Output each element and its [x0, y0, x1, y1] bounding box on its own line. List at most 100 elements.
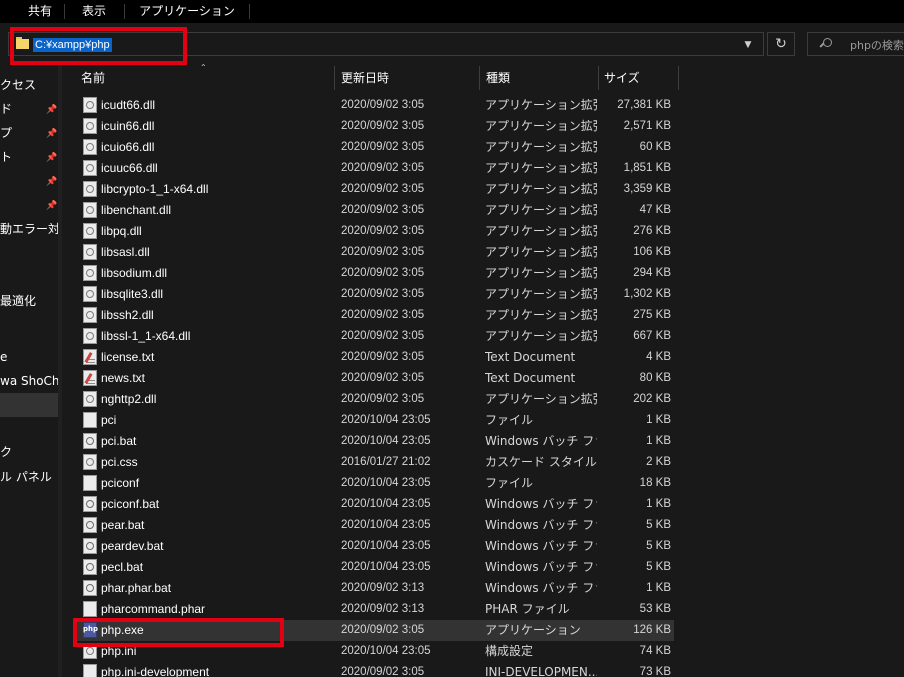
dll-file-icon: [83, 307, 97, 323]
nav-item[interactable]: ク: [0, 442, 12, 462]
file-row[interactable]: license.txt 2020/09/02 3:05 Text Document 4…: [76, 347, 674, 368]
file-row[interactable]: pci 2020/10/04 23:05 ファイル 1 KB: [76, 410, 674, 431]
column-divider[interactable]: [479, 66, 480, 90]
nav-item[interactable]: 最適化: [0, 291, 36, 311]
column-header-size[interactable]: サイズ: [604, 66, 640, 90]
file-row[interactable]: libsodium.dll 2020/09/02 3:05 アプリケーション拡張 29…: [76, 263, 674, 284]
dll-file-icon: [83, 139, 97, 155]
file-row[interactable]: pci.bat 2020/10/04 23:05 Windows バッチ ファ...…: [76, 431, 674, 452]
nav-item[interactable]: ル パネル: [0, 467, 52, 487]
file-type: アプリケーション拡張: [485, 203, 597, 217]
file-date: 2020/09/02 3:05: [341, 351, 425, 363]
file-row[interactable]: pear.bat 2020/10/04 23:05 Windows バッチ ファ..…: [76, 515, 674, 536]
file-file-icon: [83, 475, 97, 491]
file-file-icon: [83, 412, 97, 428]
file-type: Windows バッチ ファ...: [485, 539, 597, 553]
file-row[interactable]: pharcommand.phar 2020/09/02 3:13 PHAR ファイル…: [76, 599, 674, 620]
file-type: Windows バッチ ファ...: [485, 581, 597, 595]
file-size: 1,302 KB: [623, 288, 671, 300]
pin-icon: 📌: [46, 129, 58, 139]
file-size: 106 KB: [633, 246, 671, 258]
file-type: Text Document: [485, 371, 576, 385]
file-row[interactable]: nghttp2.dll 2020/09/02 3:05 アプリケーション拡張 202 …: [76, 389, 674, 410]
file-date: 2020/10/04 23:05: [341, 561, 431, 573]
nav-item[interactable]: クセス: [0, 75, 36, 95]
tab-share[interactable]: 共有: [20, 0, 60, 23]
nav-item[interactable]: 動エラー対処: [0, 219, 62, 239]
column-divider[interactable]: [678, 66, 679, 90]
dll-file-icon: [83, 97, 97, 113]
file-date: 2020/09/02 3:05: [341, 204, 425, 216]
file-size: 667 KB: [633, 330, 671, 342]
file-row[interactable]: libssh2.dll 2020/09/02 3:05 アプリケーション拡張 275 …: [76, 305, 674, 326]
file-date: 2020/10/04 23:05: [341, 435, 431, 447]
file-row[interactable]: phar.phar.bat 2020/09/02 3:13 Windows バッチ …: [76, 578, 674, 599]
file-row[interactable]: icuin66.dll 2020/09/02 3:05 アプリケーション拡張 2,57…: [76, 116, 674, 137]
file-date: 2020/09/02 3:05: [341, 120, 425, 132]
refresh-button[interactable]: ↻: [767, 32, 795, 56]
sort-ascending-icon: ⌃: [200, 63, 207, 72]
file-row[interactable]: icudt66.dll 2020/09/02 3:05 アプリケーション拡張 27,3…: [76, 95, 674, 116]
file-type: アプリケーション拡張: [485, 266, 597, 280]
file-row[interactable]: libsqlite3.dll 2020/09/02 3:05 アプリケーション拡張 1…: [76, 284, 674, 305]
file-row[interactable]: pciconf.bat 2020/10/04 23:05 Windows バッチ フ…: [76, 494, 674, 515]
bat-file-icon: [83, 580, 97, 596]
nav-item[interactable]: wa ShoChan: [0, 371, 62, 391]
file-row[interactable]: news.txt 2020/09/02 3:05 Text Document 80 K…: [76, 368, 674, 389]
file-type: 構成設定: [485, 644, 534, 658]
file-date: 2020/09/02 3:05: [341, 141, 425, 153]
file-size: 2 KB: [646, 456, 671, 468]
file-name: libssh2.dll: [101, 308, 154, 322]
nav-item[interactable]: ド: [0, 99, 12, 119]
file-row[interactable]: pciconf 2020/10/04 23:05 ファイル 18 KB: [76, 473, 674, 494]
column-header-type[interactable]: 種類: [486, 66, 510, 90]
column-divider[interactable]: [598, 66, 599, 90]
file-size: 5 KB: [646, 540, 671, 552]
column-header-date[interactable]: 更新日時: [341, 66, 389, 90]
file-size: 126 KB: [633, 624, 671, 636]
file-size: 1 KB: [646, 582, 671, 594]
file-type: アプリケーション拡張: [485, 224, 597, 238]
file-date: 2020/10/04 23:05: [341, 540, 431, 552]
file-size: 27,381 KB: [617, 99, 671, 111]
pin-icon: 📌: [46, 201, 58, 211]
search-icon: [819, 38, 832, 50]
file-row[interactable]: php.ini-development 2020/09/02 3:05 INI-DE…: [76, 662, 674, 677]
column-header-name[interactable]: 名前: [81, 66, 105, 90]
file-row[interactable]: libpq.dll 2020/09/02 3:05 アプリケーション拡張 276 KB: [76, 221, 674, 242]
tab-application-tools[interactable]: アプリケーション ツール: [132, 0, 242, 40]
file-row[interactable]: libssl-1_1-x64.dll 2020/09/02 3:05 アプリケーショ…: [76, 326, 674, 347]
file-name: phar.phar.bat: [101, 581, 172, 595]
nav-item[interactable]: e: [0, 347, 7, 367]
file-type: アプリケーション拡張: [485, 119, 597, 133]
file-row[interactable]: icuuc66.dll 2020/09/02 3:05 アプリケーション拡張 1,85…: [76, 158, 674, 179]
nav-item[interactable]: ト: [0, 147, 12, 167]
file-date: 2020/09/02 3:05: [341, 666, 425, 677]
nav-item-selected[interactable]: [0, 393, 58, 417]
file-name: icuin66.dll: [101, 119, 155, 133]
file-size: 5 KB: [646, 561, 671, 573]
file-size: 18 KB: [639, 477, 671, 489]
file-type: アプリケーション拡張: [485, 329, 597, 343]
search-placeholder: phpの検索: [850, 39, 904, 52]
file-type: アプリケーション拡張: [485, 245, 597, 259]
file-row[interactable]: icuio66.dll 2020/09/02 3:05 アプリケーション拡張 60 K…: [76, 137, 674, 158]
tab-view[interactable]: 表示: [74, 0, 114, 23]
file-date: 2020/10/04 23:05: [341, 498, 431, 510]
file-row[interactable]: pecl.bat 2020/10/04 23:05 Windows バッチ ファ..…: [76, 557, 674, 578]
file-row[interactable]: peardev.bat 2020/10/04 23:05 Windows バッチ フ…: [76, 536, 674, 557]
file-date: 2020/10/04 23:05: [341, 414, 431, 426]
search-input[interactable]: phpの検索: [807, 32, 904, 56]
dll-file-icon: [83, 244, 97, 260]
file-size: 1 KB: [646, 414, 671, 426]
nav-item[interactable]: プ: [0, 123, 12, 143]
file-row[interactable]: libenchant.dll 2020/09/02 3:05 アプリケーション拡張 4…: [76, 200, 674, 221]
chevron-down-icon[interactable]: ▼: [740, 39, 756, 51]
column-divider[interactable]: [334, 66, 335, 90]
file-name: libenchant.dll: [101, 203, 172, 217]
file-name: pci.css: [101, 455, 138, 469]
file-row[interactable]: libcrypto-1_1-x64.dll 2020/09/02 3:05 アプリケ…: [76, 179, 674, 200]
file-name: libssl-1_1-x64.dll: [101, 329, 191, 343]
file-row[interactable]: pci.css 2016/01/27 21:02 カスケード スタイル シ... 2 …: [76, 452, 674, 473]
file-row[interactable]: libsasl.dll 2020/09/02 3:05 アプリケーション拡張 106 …: [76, 242, 674, 263]
